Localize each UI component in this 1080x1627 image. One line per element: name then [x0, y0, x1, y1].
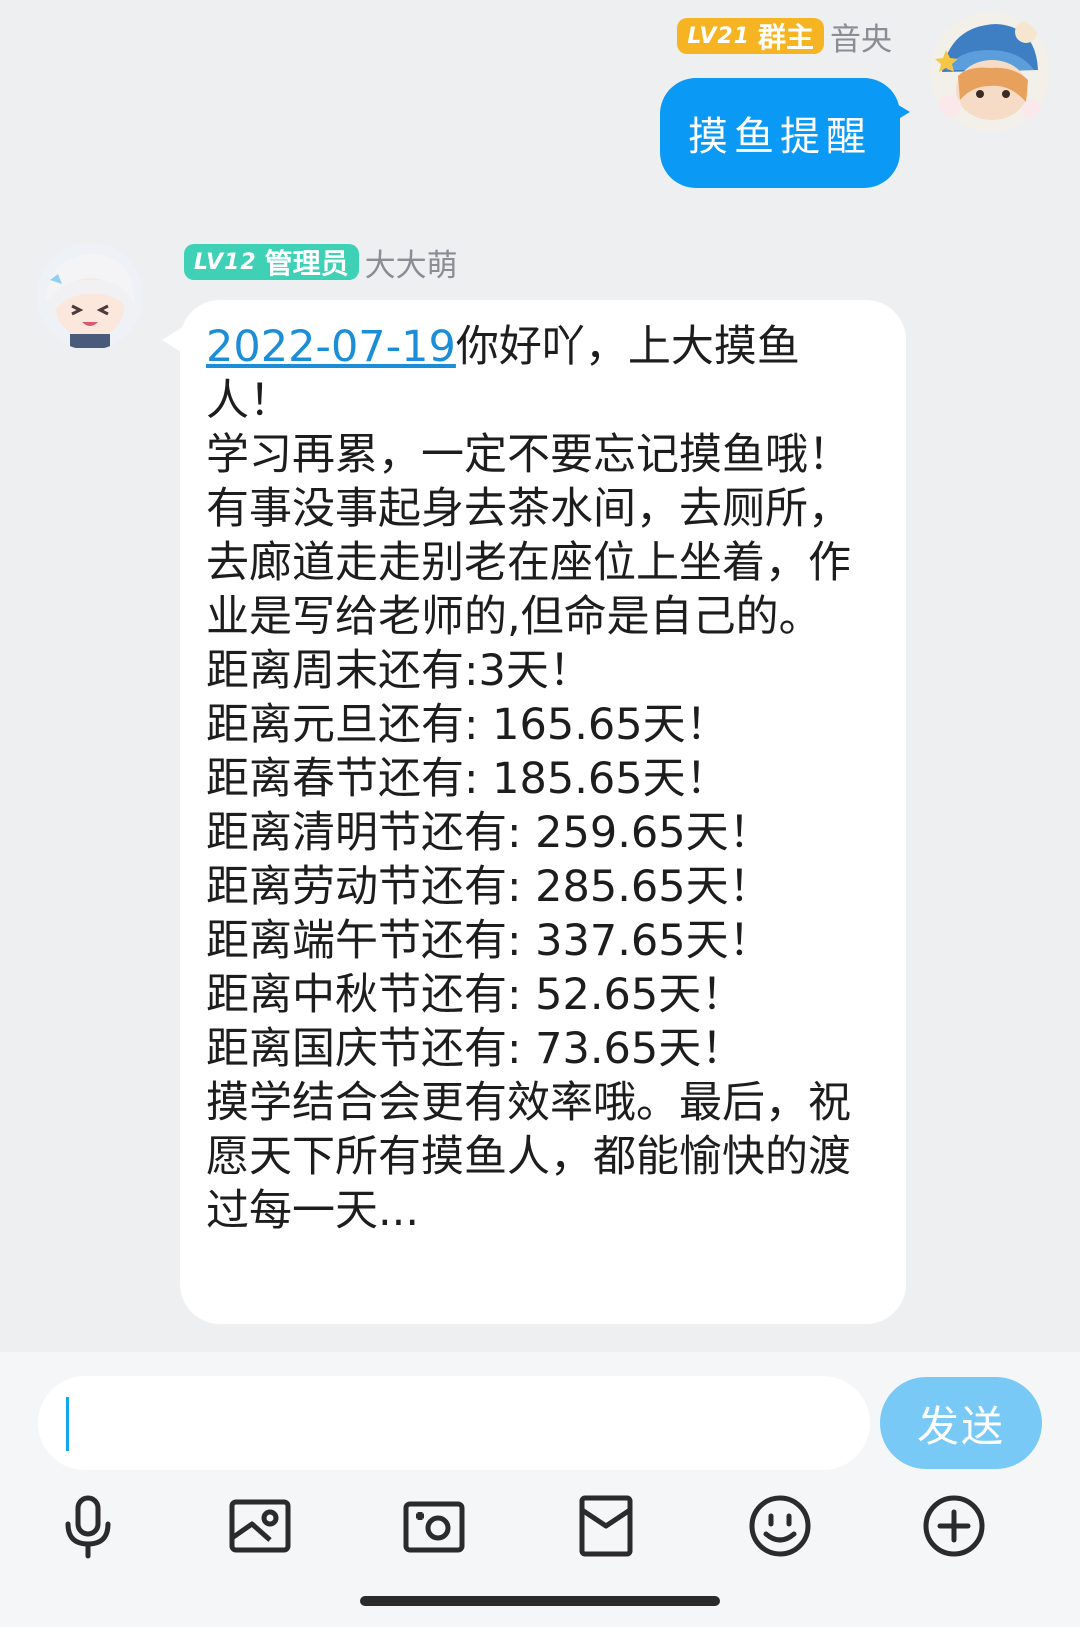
send-button[interactable]: 发送: [880, 1377, 1042, 1469]
red-packet-icon[interactable]: [566, 1486, 646, 1566]
emoji-icon[interactable]: [740, 1486, 820, 1566]
self-message-bubble[interactable]: 摸鱼提醒: [660, 78, 900, 188]
date-link[interactable]: 2022-07-19: [206, 322, 456, 372]
self-avatar[interactable]: [928, 10, 1052, 134]
self-sender-row: LV21 群主 音央: [677, 14, 892, 58]
self-nickname[interactable]: 音央: [830, 14, 892, 59]
admin-level-badge: LV12 管理员: [184, 244, 359, 280]
other-message-text: 2022-07-19你好吖，上大摸鱼人！ 学习再累，一定不要忘记摸鱼哦！有事没事…: [206, 320, 866, 1238]
message-content: 你好吖，上大摸鱼人！ 学习再累，一定不要忘记摸鱼哦！有事没事起身去茶水间，去厕所…: [206, 322, 851, 1236]
other-bubble-tail: [162, 326, 184, 354]
other-avatar[interactable]: [36, 242, 144, 350]
owner-level: LV21: [687, 23, 750, 49]
send-label: 发送: [916, 1401, 1005, 1451]
plus-icon[interactable]: [914, 1486, 994, 1566]
image-icon[interactable]: [220, 1486, 300, 1566]
other-nickname[interactable]: 大大萌: [365, 240, 458, 285]
admin-level: LV12: [194, 249, 257, 275]
text-caret: [66, 1397, 69, 1451]
owner-role: 群主: [757, 21, 814, 54]
admin-role: 管理员: [264, 247, 349, 280]
home-indicator[interactable]: [360, 1596, 720, 1606]
other-sender-row: LV12 管理员 大大萌: [184, 240, 458, 284]
owner-level-badge: LV21 群主: [677, 18, 824, 54]
self-bubble-tail: [890, 100, 910, 124]
message-input[interactable]: [38, 1376, 870, 1470]
self-message-text: 摸鱼提醒: [688, 114, 872, 160]
microphone-icon[interactable]: [48, 1486, 128, 1566]
camera-icon[interactable]: [394, 1486, 474, 1566]
